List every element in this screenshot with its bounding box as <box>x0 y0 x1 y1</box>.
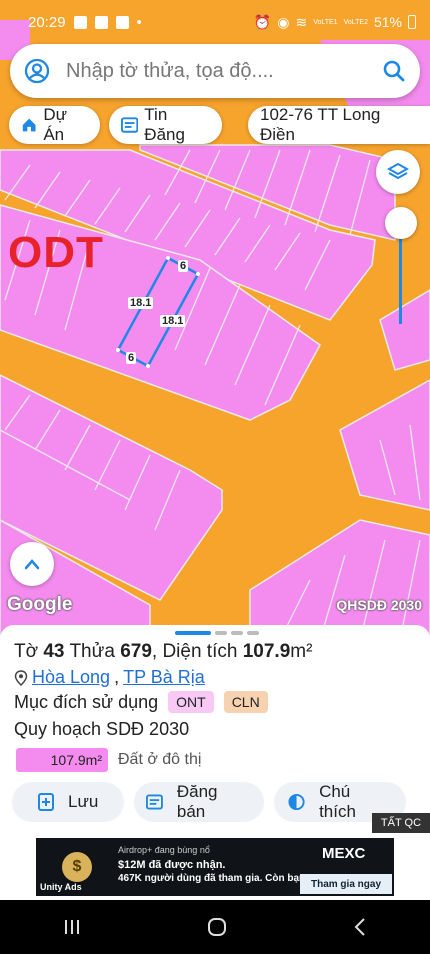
layer-name: QHSDĐ 2030 <box>336 597 422 613</box>
expand-sheet-button[interactable] <box>10 542 54 586</box>
ward-link[interactable]: Hòa Long <box>32 667 110 688</box>
map-pin-icon <box>14 669 28 686</box>
dot-icon: • <box>136 13 142 31</box>
sheet-page-indicator[interactable] <box>175 631 259 635</box>
battery-icon <box>408 15 416 29</box>
chip-tin-dang[interactable]: Tin Đăng <box>109 105 222 144</box>
close-ad-button[interactable]: TẤT QC <box>372 813 430 833</box>
ad-coin-icon: $ <box>62 852 92 882</box>
sheet-number: 43 <box>43 641 65 662</box>
ad-brand: MEXC <box>322 845 366 862</box>
opacity-slider-handle[interactable] <box>385 207 417 239</box>
user-account-icon[interactable] <box>24 58 50 84</box>
post-sale-button[interactable]: Đăng bán <box>134 782 264 822</box>
signal-2: VoLTE2 <box>343 18 368 26</box>
ad-cta-button[interactable]: Tham gia ngay <box>300 874 392 894</box>
back-icon[interactable] <box>352 917 368 937</box>
chip-du-an-label: Dự Án <box>43 105 68 144</box>
layers-icon <box>387 162 409 180</box>
plan-type: Đất ở đô thị <box>118 751 202 768</box>
search-icon[interactable] <box>382 59 406 83</box>
parcel-info-sheet: Tờ 43 Thửa 679, Diện tích 107.9m² Hòa Lo… <box>0 625 430 835</box>
parcel-area: 107.9 <box>242 641 291 662</box>
chevron-up-icon <box>24 559 40 570</box>
home-button-icon[interactable] <box>206 916 228 938</box>
clock: 20:29 <box>28 13 66 31</box>
layers-button[interactable] <box>376 150 420 194</box>
plan-title: Quy hoạch SDĐ 2030 <box>14 719 190 739</box>
bookmark-add-icon <box>38 793 54 811</box>
contrast-icon <box>288 793 305 811</box>
parcel-address: Hòa Long, TP Bà Rịa <box>14 667 205 688</box>
checkbox-icon <box>115 15 129 29</box>
plan-area-bar: 107.9m² <box>16 748 108 772</box>
dimension-bottom: 6 <box>126 352 137 364</box>
google-logo: Google <box>7 594 73 615</box>
opacity-slider-track[interactable] <box>399 224 402 324</box>
dimension-right: 18.1 <box>160 315 186 327</box>
ad-network: Unity Ads <box>40 882 82 892</box>
chip-location[interactable]: 102-76 TT Long Điền <box>248 105 430 144</box>
purpose-tag-cln: CLN <box>223 691 268 713</box>
dimension-left: 18.1 <box>128 297 154 309</box>
zone-label: ODT <box>8 228 104 277</box>
parcel-title: Tờ 43 Thửa 679, Diện tích 107.9m² <box>14 641 313 662</box>
signal-1: VoLTE1 <box>313 18 338 26</box>
location-icon: ◉ <box>277 13 290 30</box>
search-bar[interactable]: Nhập tờ thửa, tọa độ.... <box>10 44 420 98</box>
chip-tin-dang-label: Tin Đăng <box>144 105 185 144</box>
status-bar: 20:29 • ⏰ ◉ ≋ VoLTE1 VoLTE2 51% <box>0 0 430 44</box>
list-card-icon <box>121 117 139 133</box>
chip-du-an[interactable]: Dự Án <box>9 105 100 144</box>
land-purpose-row: Mục đích sử dụng ONT CLN <box>14 691 268 713</box>
action-row: Lưu Đăng bán Chú thích <box>12 782 406 822</box>
purpose-tag-ont: ONT <box>168 691 214 713</box>
zalo-icon <box>73 15 87 29</box>
alarm-icon: ⏰ <box>253 13 272 30</box>
list-card-icon <box>146 794 163 810</box>
battery-level: 51% <box>373 14 402 30</box>
wifi-icon: ≋ <box>295 13 308 30</box>
purpose-label: Mục đích sử dụng <box>14 691 159 712</box>
plan-row: 107.9m² Đất ở đô thị <box>16 748 201 772</box>
city-link[interactable]: TP Bà Rịa <box>123 667 205 688</box>
ad-banner[interactable]: $ Airdrop+ đang bùng nổ $12M đã được nhậ… <box>0 834 430 900</box>
gallery-icon <box>94 15 108 29</box>
chip-location-label: 102-76 TT Long Điền <box>260 105 381 144</box>
home-icon <box>22 118 36 132</box>
recent-apps-icon[interactable] <box>62 917 82 937</box>
dimension-top: 6 <box>178 260 189 272</box>
save-button[interactable]: Lưu <box>12 782 124 822</box>
search-input[interactable]: Nhập tờ thửa, tọa độ.... <box>66 60 382 83</box>
parcel-number: 679 <box>120 641 152 662</box>
system-nav-bar <box>0 900 430 954</box>
ad-creative[interactable]: $ Airdrop+ đang bùng nổ $12M đã được nhậ… <box>36 838 394 896</box>
